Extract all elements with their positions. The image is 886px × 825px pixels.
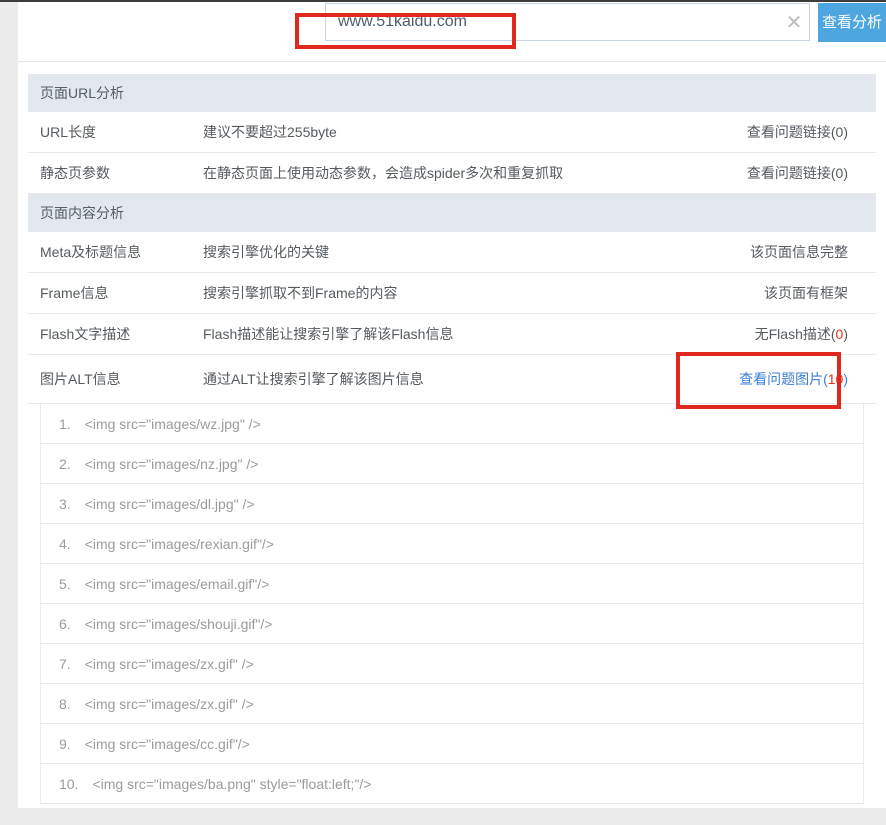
flash-result-text: 无Flash描述( [755,326,836,342]
list-item: 3. <img src="images/dl.jpg" /> [41,484,863,524]
list-item: 9. <img src="images/cc.gif"/> [41,724,863,764]
list-item-code: <img src="images/cc.gif"/> [85,736,250,752]
list-item-code: <img src="images/wz.jpg" /> [85,416,261,432]
analyze-button[interactable]: 查看分析 [818,3,886,42]
row-result: 无Flash描述(0) [755,324,876,344]
list-item-code: <img src="images/nz.jpg" /> [85,456,259,472]
row-result: 该页面信息完整 [750,242,876,262]
row-result-link[interactable]: 查看问题链接(0) [747,163,876,183]
search-header: ✕ 查看分析 [18,2,886,62]
list-item: 7. <img src="images/zx.gif" /> [41,644,863,684]
list-item-number: 5. [59,576,71,592]
list-item-code: <img src="images/zx.gif" /> [85,656,254,672]
row-desc: 建议不要超过255byte [203,122,747,142]
list-item-number: 2. [59,456,71,472]
list-item-number: 7. [59,656,71,672]
problem-image-list: 1. <img src="images/wz.jpg" /> 2. <img s… [40,404,864,804]
row-label: Frame信息 [28,283,203,303]
view-problem-images-link[interactable]: 查看问题图片(10) [739,369,876,389]
alt-link-text[interactable]: 查看问题图片( [739,371,828,387]
list-item: 8. <img src="images/zx.gif" /> [41,684,863,724]
list-item: 4. <img src="images/rexian.gif"/> [41,524,863,564]
list-item-code: <img src="images/shouji.gif"/> [85,616,273,632]
analysis-table: 页面URL分析 URL长度 建议不要超过255byte 查看问题链接(0) 静态… [28,74,876,804]
row-label: URL长度 [28,122,203,142]
list-item: 1. <img src="images/wz.jpg" /> [41,404,863,444]
list-item-number: 8. [59,696,71,712]
list-item-number: 1. [59,416,71,432]
table-row-meta: Meta及标题信息 搜索引擎优化的关键 该页面信息完整 [28,232,876,273]
section-header-url: 页面URL分析 [28,74,876,112]
section-header-content: 页面内容分析 [28,194,876,232]
row-desc: 搜索引擎抓取不到Frame的内容 [203,283,764,303]
alt-link-close[interactable]: ) [843,371,848,387]
table-row-url-length: URL长度 建议不要超过255byte 查看问题链接(0) [28,112,876,153]
list-item-code: <img src="images/email.gif"/> [85,576,270,592]
list-item: 10. <img src="images/ba.png" style="floa… [41,764,863,804]
row-desc: 通过ALT让搜索引擎了解该图片信息 [203,369,739,389]
flash-result-close: ) [843,326,848,342]
list-item-number: 4. [59,536,71,552]
row-desc: 在静态页面上使用动态参数，会造成spider多次和重复抓取 [203,163,747,183]
list-item-number: 10. [59,776,78,792]
alt-problem-count: 10 [828,371,844,387]
table-row-frame: Frame信息 搜索引擎抓取不到Frame的内容 该页面有框架 [28,273,876,314]
table-row-static-params: 静态页参数 在静态页面上使用动态参数，会造成spider多次和重复抓取 查看问题… [28,153,876,194]
row-result: 该页面有框架 [764,283,876,303]
list-item: 6. <img src="images/shouji.gif"/> [41,604,863,644]
list-item-number: 6. [59,616,71,632]
row-desc: 搜索引擎优化的关键 [203,242,750,262]
table-row-flash: Flash文字描述 Flash描述能让搜索引擎了解该Flash信息 无Flash… [28,314,876,355]
row-result-link[interactable]: 查看问题链接(0) [747,122,876,142]
list-item-code: <img src="images/zx.gif" /> [85,696,254,712]
list-item: 2. <img src="images/nz.jpg" /> [41,444,863,484]
list-item-number: 3. [59,496,71,512]
main-panel: ✕ 查看分析 页面URL分析 URL长度 建议不要超过255byte 查看问题链… [18,2,886,808]
row-desc: Flash描述能让搜索引擎了解该Flash信息 [203,324,755,344]
row-label: 静态页参数 [28,163,203,183]
row-label: Meta及标题信息 [28,242,203,262]
row-label: 图片ALT信息 [28,369,203,389]
list-item-number: 9. [59,736,71,752]
row-label: Flash文字描述 [28,324,203,344]
list-item-code: <img src="images/ba.png" style="float:le… [92,776,371,792]
clear-input-icon[interactable]: ✕ [781,10,807,36]
table-row-img-alt: 图片ALT信息 通过ALT让搜索引擎了解该图片信息 查看问题图片(10) [28,355,876,404]
list-item-code: <img src="images/rexian.gif"/> [85,536,274,552]
list-item: 5. <img src="images/email.gif"/> [41,564,863,604]
url-search-input[interactable] [325,3,810,41]
list-item-code: <img src="images/dl.jpg" /> [85,496,255,512]
